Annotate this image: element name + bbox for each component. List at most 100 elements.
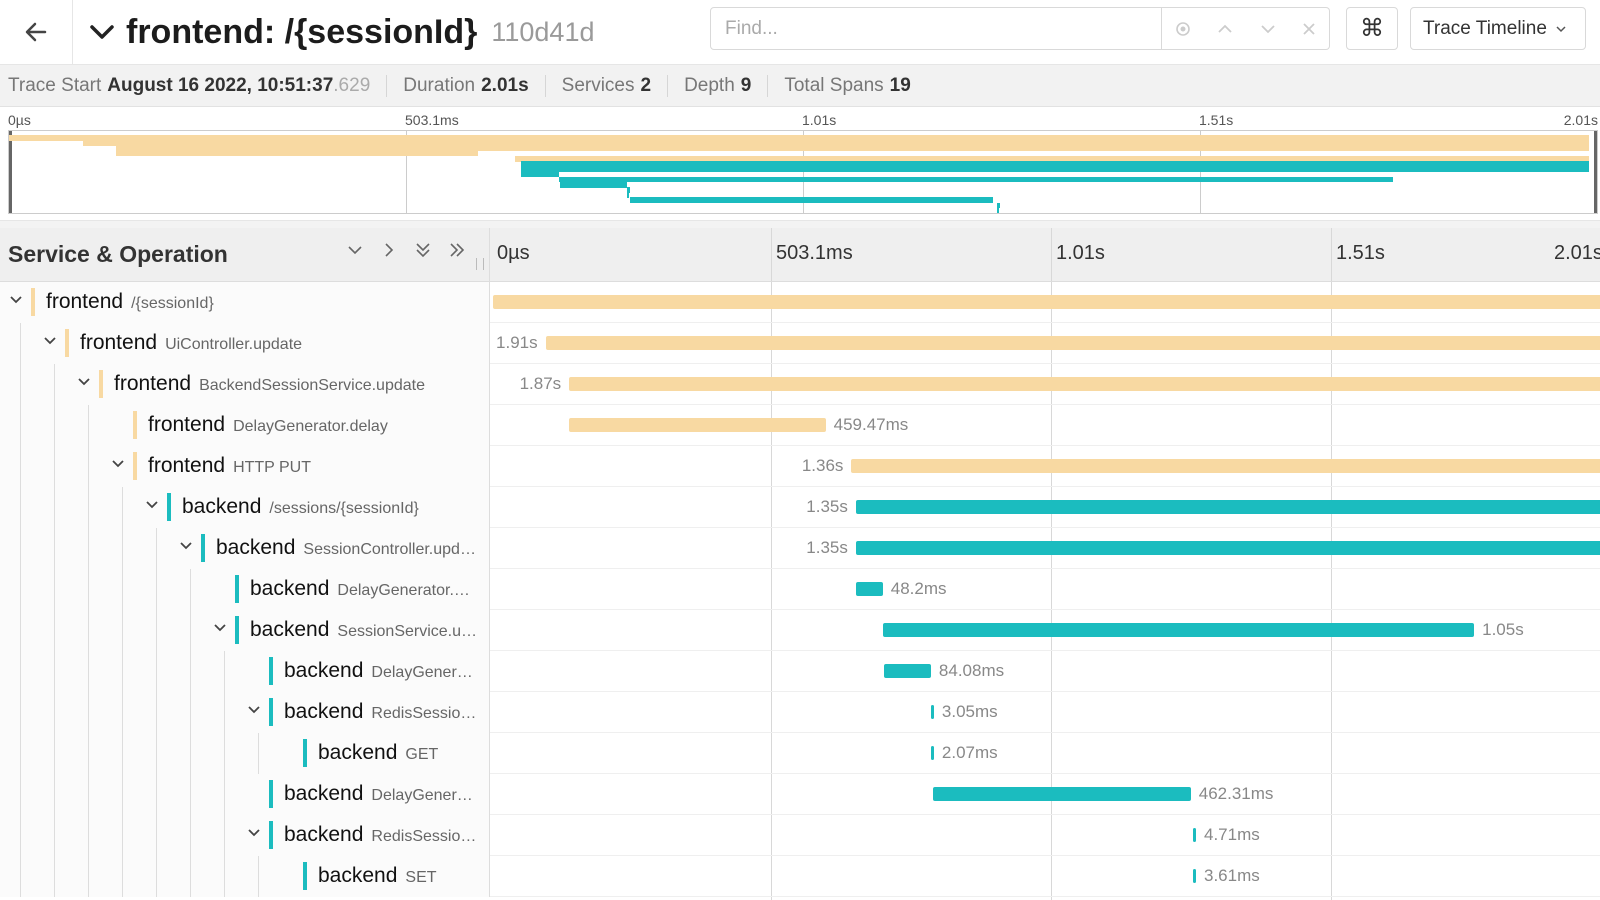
span-bar[interactable]	[882, 623, 1475, 637]
service-name: frontend	[148, 454, 226, 477]
chevron-down-icon[interactable]	[88, 18, 116, 46]
close-icon[interactable]	[1301, 21, 1317, 37]
span-row[interactable]: backend RedisSessio… 3.05ms	[0, 692, 1600, 733]
span-row[interactable]: backend/sessions/{sessionId} 1.35s	[0, 487, 1600, 528]
expand-all-icon[interactable]	[447, 240, 467, 260]
tree-guide	[190, 815, 191, 856]
span-name-cell[interactable]: frontend DelayGenerator.delay	[0, 405, 490, 446]
expand-one-icon[interactable]	[379, 240, 399, 260]
span-row[interactable]: frontend HTTP PUT 1.36s	[0, 446, 1600, 487]
total-spans-value: 19	[889, 74, 911, 96]
trace-minimap[interactable]	[8, 130, 1598, 214]
span-row[interactable]: backend RedisSessio… 4.71ms	[0, 815, 1600, 856]
span-row[interactable]: backend DelayGenerator.… 48.2ms	[0, 569, 1600, 610]
span-bar[interactable]	[855, 582, 883, 596]
span-name-cell[interactable]: backend DelayGener…	[0, 651, 490, 692]
tree-guide	[20, 692, 21, 733]
find-input[interactable]: Find...	[710, 7, 1162, 50]
expand-toggle-icon[interactable]	[42, 333, 58, 349]
tree-guide	[88, 610, 89, 651]
span-row[interactable]: frontend BackendSessionService.update 1.87…	[0, 364, 1600, 405]
span-bar[interactable]	[1193, 828, 1196, 842]
tree-guide	[122, 774, 123, 815]
tree-guide	[258, 733, 259, 774]
collapse-all-icon[interactable]	[413, 240, 433, 260]
span-bar[interactable]	[1193, 869, 1196, 883]
span-row[interactable]: backend GET 2.07ms	[0, 733, 1600, 774]
expand-toggle-icon[interactable]	[8, 292, 24, 308]
span-bar[interactable]	[569, 377, 1600, 391]
span-duration: 48.2ms	[890, 579, 947, 598]
span-bar[interactable]	[851, 459, 1600, 473]
span-name-cell[interactable]: backend DelayGenerator.…	[0, 569, 490, 610]
service-color-marker	[167, 493, 171, 521]
view-select[interactable]: Trace Timeline	[1410, 7, 1586, 50]
span-label: frontend UiController.update	[80, 331, 302, 355]
collapse-one-icon[interactable]	[345, 240, 365, 260]
span-duration: 1.36s	[801, 456, 844, 475]
back-button[interactable]	[0, 0, 73, 64]
minimap-tick: 503.1ms	[405, 112, 459, 128]
span-row[interactable]: frontend DelayGenerator.delay 459.47ms	[0, 405, 1600, 446]
tree-guide	[258, 856, 259, 897]
span-name-cell[interactable]: frontend UiController.update	[0, 323, 490, 364]
expand-toggle-icon[interactable]	[212, 620, 228, 636]
operation-name: UiController.update	[165, 336, 303, 353]
span-row[interactable]: frontend /{sessionId}	[0, 282, 1600, 323]
tree-guide	[88, 733, 89, 774]
span-name-cell[interactable]: backend RedisSessio…	[0, 815, 490, 856]
span-duration: 1.35s	[806, 497, 848, 516]
tree-guide	[156, 733, 157, 774]
trace-start-ms: .629	[333, 74, 371, 96]
chevron-up-icon[interactable]	[1216, 20, 1234, 38]
tree-guide	[20, 446, 21, 487]
span-name-cell[interactable]: backend GET	[0, 733, 490, 774]
span-label: backend DelayGener…	[284, 659, 473, 683]
span-bar[interactable]	[930, 705, 934, 719]
tree-guide	[190, 610, 191, 651]
span-row[interactable]: backend DelayGener… 462.31ms	[0, 774, 1600, 815]
operation-name: DelayGenerator.…	[337, 582, 470, 599]
span-name-cell[interactable]: frontend HTTP PUT	[0, 446, 490, 487]
service-color-marker	[303, 862, 307, 890]
span-bar[interactable]	[883, 664, 931, 678]
expand-toggle-icon[interactable]	[178, 538, 194, 554]
tree-guide	[20, 815, 21, 856]
chevron-down-small-icon[interactable]	[1259, 20, 1277, 38]
span-name-cell[interactable]: frontend /{sessionId}	[0, 282, 490, 323]
span-name-cell[interactable]: backend DelayGener…	[0, 774, 490, 815]
locate-icon[interactable]	[1174, 20, 1192, 38]
span-bar[interactable]	[930, 746, 934, 760]
span-name-cell[interactable]: backend SessionService.u…	[0, 610, 490, 651]
resize-handle[interactable]	[476, 258, 484, 270]
tree-guide	[20, 405, 21, 446]
span-row[interactable]: frontend UiController.update 1.91s	[0, 323, 1600, 364]
expand-toggle-icon[interactable]	[246, 702, 262, 718]
span-bar[interactable]	[493, 295, 1600, 309]
span-row[interactable]: backend DelayGener… 84.08ms	[0, 651, 1600, 692]
expand-toggle-icon[interactable]	[246, 825, 262, 841]
span-row[interactable]: backend SessionService.u… 1.05s	[0, 610, 1600, 651]
span-row[interactable]: backend SessionController.upd… 1.35s	[0, 528, 1600, 569]
span-bar[interactable]	[545, 336, 1600, 350]
span-name-cell[interactable]: frontend BackendSessionService.update	[0, 364, 490, 405]
span-bar[interactable]	[933, 787, 1191, 801]
span-row[interactable]: backend SET 3.61ms	[0, 856, 1600, 897]
expand-toggle-icon[interactable]	[76, 374, 92, 390]
span-name-cell[interactable]: backend SessionController.upd…	[0, 528, 490, 569]
span-bar[interactable]	[855, 541, 1600, 555]
expand-toggle-icon[interactable]	[144, 497, 160, 513]
expand-toggle-icon[interactable]	[110, 456, 126, 472]
tree-guide	[224, 815, 225, 856]
span-name-cell[interactable]: backend/sessions/{sessionId}	[0, 487, 490, 528]
service-color-marker	[65, 329, 69, 357]
keyboard-shortcuts-button[interactable]: ⌘	[1346, 7, 1398, 50]
span-name-cell[interactable]: backend RedisSessio…	[0, 692, 490, 733]
span-label: frontend HTTP PUT	[148, 454, 311, 478]
operation-name: RedisSessio…	[371, 705, 477, 722]
tree-guide	[20, 733, 21, 774]
span-bar[interactable]	[569, 418, 826, 432]
span-name-cell[interactable]: backend SET	[0, 856, 490, 897]
service-color-marker	[31, 288, 35, 316]
span-bar[interactable]	[855, 500, 1600, 514]
